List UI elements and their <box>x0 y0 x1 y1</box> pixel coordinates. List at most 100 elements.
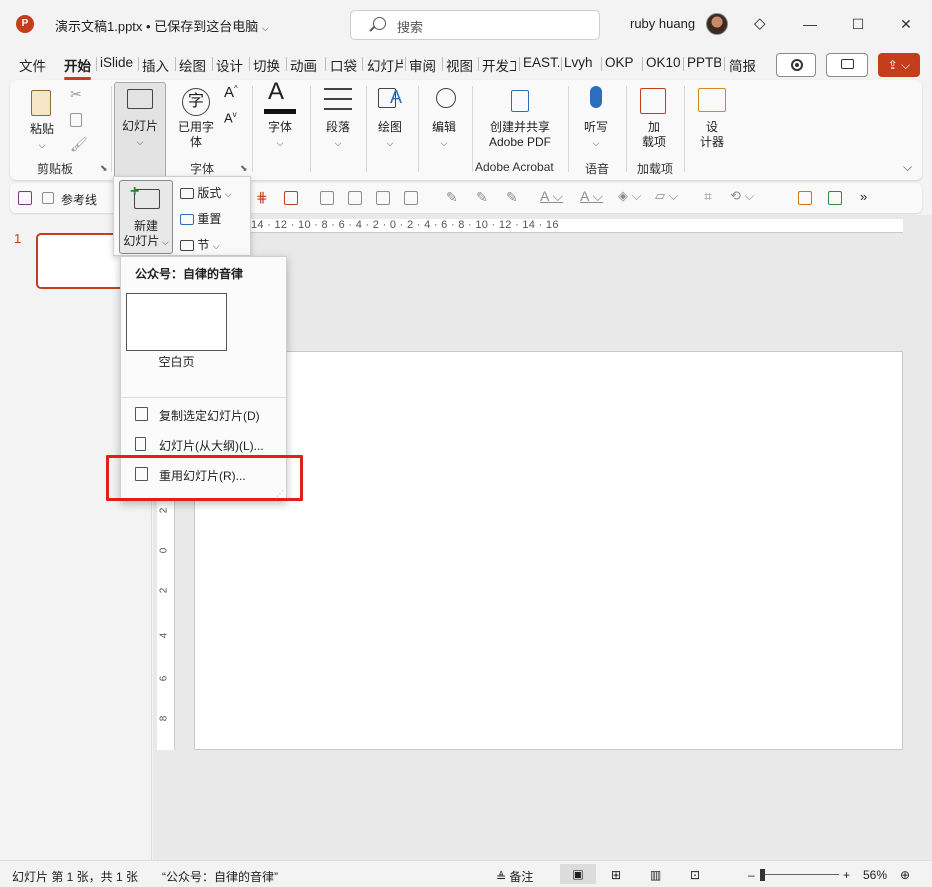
tab-briefing[interactable]: 简报 <box>729 55 756 75</box>
tab-transitions[interactable]: 切换 <box>253 55 280 75</box>
slide-sorter-button[interactable]: ⊞ <box>611 868 621 882</box>
zoom-level[interactable]: 56% <box>863 868 887 882</box>
send-backward-icon[interactable] <box>404 191 418 205</box>
tab-islide[interactable]: iSlide <box>100 55 133 70</box>
tab-design[interactable]: 设计 <box>216 55 243 75</box>
zoom-out-button[interactable]: – <box>748 868 755 882</box>
addins-button[interactable]: 加 载项 <box>634 86 674 156</box>
search-input[interactable]: 搜索 <box>350 10 600 40</box>
blank-layout-thumbnail[interactable] <box>126 293 227 351</box>
line-color-icon[interactable]: ▱ ⌵ <box>655 188 678 204</box>
minimize-button[interactable]: — <box>790 10 830 38</box>
paste-label: 粘贴 <box>29 122 54 136</box>
font-a-icon: A <box>268 78 285 105</box>
eyedropper-icon[interactable]: ✎ <box>446 189 458 206</box>
font-color-bar <box>264 109 296 114</box>
tab-pptb[interactable]: PPTB. <box>687 55 721 70</box>
group-separator <box>111 86 112 172</box>
theme-name[interactable]: “公众号：自律的音律” <box>162 868 278 885</box>
tab-file[interactable]: 文件 <box>19 55 46 75</box>
share-button[interactable]: ⇪ ⌵ <box>878 53 920 77</box>
ungroup-icon[interactable] <box>348 191 362 205</box>
editing-button[interactable]: 编辑 ⌵ <box>424 86 464 156</box>
adobe-pdf-label: Adobe PDF <box>488 135 552 149</box>
crop-icon[interactable]: ⌗ <box>704 188 712 205</box>
horizontal-ruler: 14 · 12 · 10 · 8 · 6 · 4 · 2 · 0 · 2 · 4… <box>153 219 903 233</box>
decrease-font-icon[interactable]: Av <box>224 110 237 125</box>
tab-review[interactable]: 审阅 <box>409 55 436 75</box>
document-title[interactable]: 演示文稿1.pptx • 已保存到这台电脑 ⌵ <box>55 16 269 35</box>
slides-from-outline-item[interactable]: 幻灯片(从大纲)(L)... <box>121 431 286 457</box>
fit-to-window-button[interactable]: ⊕ <box>900 868 910 882</box>
highlight-color-icon[interactable]: A ⌵ <box>580 188 603 205</box>
drawing-button[interactable]: A 绘图 ⌵ <box>370 86 410 156</box>
ribbon-expand-icon[interactable]: ⌵ <box>903 160 912 175</box>
format-painter-qat-icon[interactable] <box>798 191 812 205</box>
zoom-slider[interactable] <box>765 874 839 875</box>
guides-checkbox[interactable] <box>42 192 54 204</box>
group-separator <box>626 86 627 172</box>
reset-button[interactable]: 重置 <box>180 210 221 227</box>
comments-button[interactable] <box>826 53 868 77</box>
pdf-share-icon <box>511 90 529 112</box>
increase-font-icon[interactable]: A^ <box>224 84 238 101</box>
save-icon[interactable] <box>18 191 32 205</box>
designer-label-2: 计器 <box>699 135 724 149</box>
eyedropper-fill-icon[interactable]: ✎ <box>476 189 488 206</box>
tab-view[interactable]: 视图 <box>446 55 473 75</box>
tab-okp[interactable]: OKP <box>605 55 634 70</box>
slideshow-button[interactable]: ⊡ <box>690 868 700 882</box>
slide-canvas[interactable] <box>194 351 903 750</box>
record-button[interactable] <box>776 53 816 77</box>
align-distribute-icon[interactable] <box>828 191 842 205</box>
dictate-button[interactable]: 听写 ⌵ <box>576 86 616 156</box>
close-button[interactable]: ✕ <box>886 10 926 38</box>
font-color-icon[interactable]: A ⌵ <box>540 188 563 205</box>
slides-button[interactable]: 幻灯片 ⌵ <box>114 82 166 178</box>
zoom-slider-thumb[interactable] <box>760 869 765 881</box>
maximize-button[interactable]: ☐ <box>838 10 878 38</box>
cut-icon[interactable]: ✂ <box>70 86 82 103</box>
tab-east[interactable]: EAST. <box>523 55 559 70</box>
bring-forward-icon[interactable] <box>376 191 390 205</box>
notes-button[interactable]: ≜ 备注 <box>496 868 533 885</box>
section-button[interactable]: 节 ⌵ <box>180 236 220 253</box>
tab-lvyh[interactable]: Lvyh <box>564 55 598 70</box>
guides-label: 参考线 <box>61 193 98 207</box>
new-slide-button[interactable]: + 新建 幻灯片 ⌵ <box>119 180 173 254</box>
paste-button[interactable]: 粘贴 ⌵ <box>22 86 62 156</box>
font-button[interactable]: A 字体 ⌵ <box>260 78 300 156</box>
designer-button[interactable]: 设 计器 <box>692 86 732 156</box>
tab-insert[interactable]: 插入 <box>142 55 169 75</box>
used-fonts-button[interactable]: 字 已用字 体 <box>174 86 218 156</box>
user-name[interactable]: ruby huang <box>630 16 695 31</box>
tab-animations[interactable]: 动画 <box>290 55 317 75</box>
fill-color-icon[interactable]: ◈ ⌵ <box>618 188 641 204</box>
layout-button[interactable]: 版式 ⌵ <box>180 184 300 201</box>
dialog-launcher-icon[interactable]: ⬊ <box>240 163 248 174</box>
create-share-pdf-button[interactable]: 创建并共享 Adobe PDF <box>480 86 560 156</box>
format-painter-icon[interactable]: 🖌 <box>70 136 88 153</box>
tab-developer[interactable]: 开发工 <box>482 55 516 75</box>
avatar[interactable] <box>706 13 728 35</box>
diamond-icon[interactable]: ◇ <box>754 14 766 32</box>
tab-draw[interactable]: 绘图 <box>179 55 206 75</box>
duplicate-slides-item[interactable]: 复制选定幻灯片(D) <box>121 401 286 427</box>
tab-home[interactable]: 开始 <box>64 55 91 80</box>
dialog-launcher-icon[interactable]: ⬊ <box>100 163 108 174</box>
more-commands-icon[interactable]: » <box>860 189 867 204</box>
tab-slideshow[interactable]: 幻灯片 <box>367 55 403 75</box>
chevron-down-icon: ⌵ <box>276 138 284 148</box>
paragraph-button[interactable]: 段落 ⌵ <box>316 86 360 156</box>
zoom-in-button[interactable]: + <box>843 868 850 882</box>
tab-ok10[interactable]: OK10 <box>646 55 680 70</box>
tab-separator <box>724 57 725 71</box>
copy-icon[interactable] <box>70 113 82 127</box>
powerpoint-logo-icon: P <box>16 15 34 33</box>
reading-view-button[interactable]: ▥ <box>650 868 661 882</box>
normal-view-button[interactable]: ▣ <box>560 864 596 884</box>
tab-pocket[interactable]: 口袋 <box>330 55 358 75</box>
group-shapes-icon[interactable] <box>320 191 334 205</box>
eyedropper-line-icon[interactable]: ✎ <box>506 189 518 206</box>
rotate-icon[interactable]: ⟲ ⌵ <box>730 188 754 204</box>
